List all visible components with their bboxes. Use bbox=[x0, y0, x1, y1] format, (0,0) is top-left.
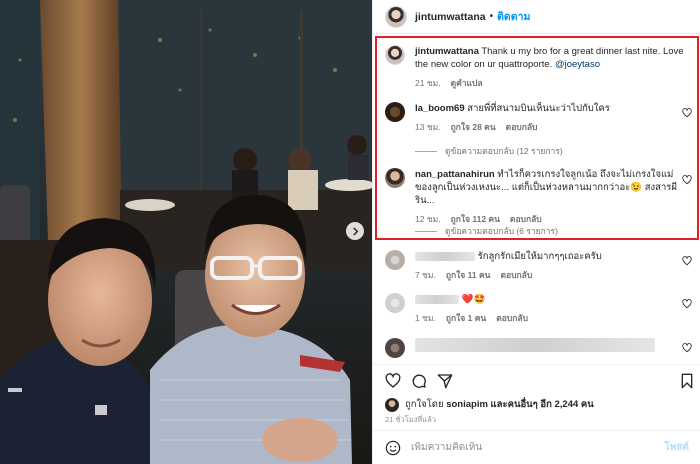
next-photo-button[interactable] bbox=[346, 222, 364, 240]
bookmark-icon[interactable] bbox=[679, 373, 695, 389]
caption-username[interactable]: jintumwattana bbox=[415, 46, 479, 57]
comment-time: 7 ชม. bbox=[415, 270, 436, 280]
commenter-username[interactable]: la_boom69 bbox=[415, 103, 465, 114]
blurred-comment bbox=[415, 338, 655, 352]
commenter-username[interactable]: nan_pattanahirun bbox=[415, 169, 495, 180]
post-caption: jintumwattana Thank u my bro for a great… bbox=[385, 45, 685, 90]
restaurant-selfie-image bbox=[0, 0, 372, 464]
comment-body: รักลูกรักเมียให้มากๆๆเถอะครับ bbox=[477, 251, 602, 262]
post-comment-button[interactable]: โพสต์ bbox=[664, 440, 689, 455]
view-replies-button[interactable]: ดูข้อความตอบกลับ (12 รายการ) bbox=[415, 144, 563, 158]
post-timestamp: 21 ชั่วโมงที่แล้ว bbox=[385, 415, 436, 424]
post-detail-panel: jintumwattana • ติดตาม jintumwattana Tha… bbox=[372, 0, 700, 464]
commenter-avatar[interactable] bbox=[385, 102, 405, 122]
blurred-username bbox=[415, 251, 475, 261]
heart-icon[interactable] bbox=[682, 256, 692, 266]
liked-by-user[interactable]: soniapim bbox=[446, 399, 488, 410]
view-replies-label: ดูข้อความตอบกลับ (12 รายการ) bbox=[445, 146, 563, 156]
comment-text: la_boom69 สายพี่ที่สนามบินเห็นนะว่าไปกับ… bbox=[415, 102, 685, 115]
add-comment-bar: โพสต์ bbox=[373, 430, 700, 464]
emoji-icon[interactable] bbox=[385, 440, 401, 456]
comment-time: 13 ชม. bbox=[415, 122, 441, 132]
heart-icon[interactable] bbox=[385, 373, 401, 389]
liked-by-count[interactable]: และคนอื่นๆ อีก 2,244 คน bbox=[491, 397, 594, 412]
divider-line bbox=[415, 150, 437, 152]
post-photo bbox=[0, 0, 372, 464]
owner-username[interactable]: jintumwattana bbox=[415, 11, 486, 23]
comment-likes[interactable]: ถูกใจ 1 คน bbox=[446, 311, 486, 325]
divider-line bbox=[415, 230, 437, 232]
heart-icon[interactable] bbox=[682, 175, 692, 185]
comment-item: la_boom69 สายพี่ที่สนามบินเห็นนะว่าไปกับ… bbox=[385, 102, 685, 134]
commenter-avatar[interactable] bbox=[385, 293, 405, 313]
comment-text: ❤️🤩 bbox=[415, 293, 685, 306]
comment-likes[interactable]: ถูกใจ 28 คน bbox=[451, 120, 496, 134]
comment-icon[interactable] bbox=[411, 373, 427, 389]
separator-dot: • bbox=[489, 11, 494, 22]
heart-icon[interactable] bbox=[682, 343, 692, 353]
caption-time: 21 ชม. bbox=[415, 78, 441, 88]
liked-by: ถูกใจโดย soniapim และคนอื่นๆ อีก 2,244 ค… bbox=[385, 397, 594, 412]
comment-item: ❤️🤩 1 ชม. ถูกใจ 1 คน ตอบกลับ bbox=[385, 293, 685, 325]
view-replies-label: ดูข้อความตอบกลับ (6 รายการ) bbox=[445, 226, 558, 236]
comment-body: สายพี่ที่สนามบินเห็นนะว่าไปกับใคร bbox=[467, 103, 610, 114]
comment-likes[interactable]: ถูกใจ 11 คน bbox=[446, 268, 491, 282]
liker-avatar[interactable] bbox=[385, 397, 399, 412]
reply-button[interactable]: ตอบกลับ bbox=[496, 311, 528, 325]
blurred-username bbox=[415, 294, 459, 304]
heart-icon[interactable] bbox=[682, 299, 692, 309]
comment-body: ❤️🤩 bbox=[461, 294, 486, 305]
comment-text: รักลูกรักเมียให้มากๆๆเถอะครับ bbox=[415, 250, 685, 263]
comment-input[interactable] bbox=[411, 442, 665, 453]
action-bar bbox=[373, 364, 700, 394]
comment-item bbox=[385, 338, 685, 358]
caption-text: jintumwattana Thank u my bro for a great… bbox=[415, 45, 685, 71]
view-replies-button[interactable]: ดูข้อความตอบกลับ (6 รายการ) bbox=[415, 224, 558, 238]
owner-avatar[interactable] bbox=[385, 5, 407, 28]
chevron-right-icon bbox=[352, 226, 358, 236]
commenter-avatar[interactable] bbox=[385, 250, 405, 270]
heart-icon[interactable] bbox=[682, 108, 692, 118]
liked-by-prefix: ถูกใจโดย bbox=[405, 399, 444, 410]
comment-text: nan_pattanahirun ทำไรก็ควรเกรงใจลูกเน้อ … bbox=[415, 168, 685, 207]
translate-link[interactable]: ดูคำแปล bbox=[451, 76, 483, 90]
share-icon[interactable] bbox=[437, 373, 453, 389]
caption-avatar[interactable] bbox=[385, 45, 405, 65]
reply-button[interactable]: ตอบกลับ bbox=[506, 120, 538, 134]
comment-item: รักลูกรักเมียให้มากๆๆเถอะครับ 7 ชม. ถูกใ… bbox=[385, 250, 685, 282]
post-header: jintumwattana • ติดตาม bbox=[373, 0, 700, 34]
commenter-avatar[interactable] bbox=[385, 168, 405, 188]
comment-time: 1 ชม. bbox=[415, 313, 436, 323]
follow-button[interactable]: ติดตาม bbox=[497, 8, 530, 25]
reply-button[interactable]: ตอบกลับ bbox=[500, 268, 532, 282]
mention-link[interactable]: @joeytaso bbox=[555, 59, 600, 70]
commenter-avatar[interactable] bbox=[385, 338, 405, 358]
comment-item: nan_pattanahirun ทำไรก็ควรเกรงใจลูกเน้อ … bbox=[385, 168, 685, 226]
comment-text bbox=[415, 338, 685, 352]
